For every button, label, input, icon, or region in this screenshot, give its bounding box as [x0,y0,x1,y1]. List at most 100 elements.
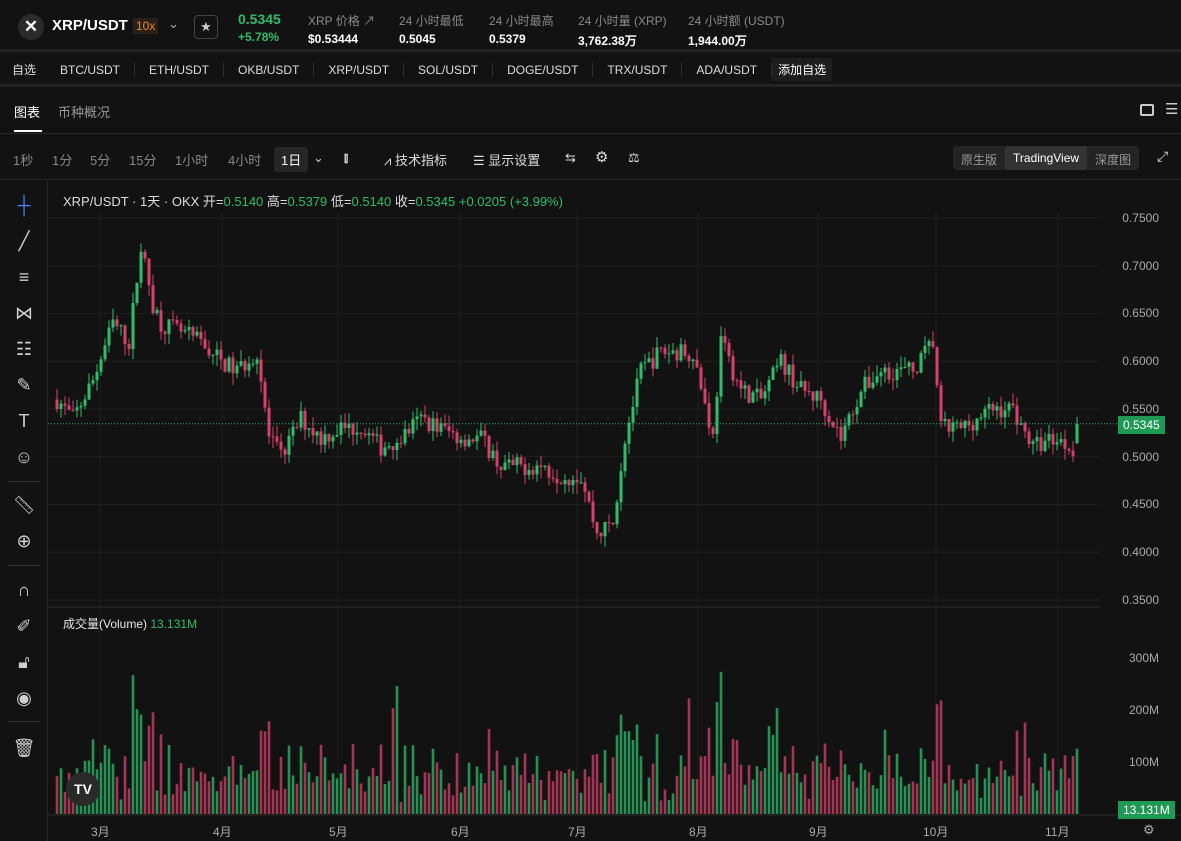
volume-bar [648,778,651,814]
candle-body [516,457,519,465]
candle-body [568,480,571,485]
candle-body [648,358,651,362]
volume-bar [656,734,659,814]
volume-bar [256,770,259,814]
candle-body [1012,403,1015,405]
candle-body [452,431,455,432]
candle-body [88,384,91,400]
volume-bar [352,744,355,814]
candle-body [696,360,699,368]
low-value: 0.5140 [351,194,391,209]
price-chart[interactable] [0,0,1181,841]
volume-bar [776,708,779,814]
price-tick: 0.5500 [1122,402,1159,416]
candle-body [124,325,127,344]
volume-bar [560,771,563,814]
volume-bar [400,802,403,814]
volume-bar [496,751,499,814]
volume-bar [488,729,491,814]
volume-bar [1036,790,1039,814]
candle-body [148,258,151,285]
candle-body [308,428,311,430]
volume-label: 成交量(Volume) [63,617,147,631]
volume-bar [324,757,327,814]
candle-body [892,379,895,380]
volume-bar [524,753,527,814]
volume-bar [360,783,363,814]
candle-body [292,427,295,436]
volume-bar [532,774,535,814]
volume-bar [376,776,379,814]
volume-bar [460,793,463,814]
candle-body [132,303,135,349]
candle-body [316,431,319,435]
candle-body [772,367,775,379]
candle-body [156,310,159,313]
volume-bar [540,780,543,814]
volume-bar [792,746,795,814]
volume-bar [808,799,811,814]
candle-body [228,358,231,372]
volume-bar [276,790,279,814]
axis-settings-icon[interactable]: ⚙ [1143,822,1155,838]
volume-bar [232,756,235,814]
candle-body [64,404,67,406]
tradingview-logo-icon[interactable]: TV [66,772,100,806]
candle-body [1028,431,1031,444]
candle-body [788,365,791,375]
volume-bar [100,763,103,814]
volume-bar [768,726,771,814]
volume-bar [392,708,395,814]
volume-bar [856,788,859,814]
volume-bar [124,756,127,814]
price-tick: 0.5000 [1122,450,1159,464]
volume-bar [764,768,767,814]
month-tick: 11月 [1045,823,1069,840]
candle-body [296,427,299,428]
volume-bar [236,785,239,814]
volume-bar [924,759,927,814]
volume-bar [592,755,595,814]
candle-body [632,407,635,423]
candle-body [252,364,255,365]
candle-body [1072,451,1075,457]
price-tick: 0.6500 [1122,306,1159,320]
volume-bar [116,777,119,814]
volume-bar [216,791,219,814]
candle-body [464,440,467,446]
candle-body [800,381,803,387]
candle-body [1004,410,1007,417]
candle-body [576,480,579,482]
volume-bar [716,702,719,814]
candle-body [484,431,487,436]
volume-bar [624,731,627,814]
volume-bar [704,756,707,814]
volume-bar [396,686,399,814]
candle-body [256,360,259,364]
candle-body [376,435,379,436]
candle-body [680,344,683,360]
candle-body [348,424,351,428]
volume-bar [992,783,995,814]
volume-legend: 成交量(Volume) 13.131M [63,615,197,632]
volume-bar [416,776,419,814]
legend-title: XRP/USDT · 1天 · OKX [63,194,199,209]
candle-body [312,428,315,435]
candle-body [812,392,815,401]
candle-body [564,480,567,484]
volume-bar [988,768,991,814]
volume-bar [336,778,339,814]
candle-body [704,389,707,403]
volume-bar [908,784,911,814]
volume-bar [728,774,731,814]
volume-bar [884,730,887,814]
candle-body [668,353,671,354]
volume-bar [1064,755,1067,814]
volume-bar [268,721,271,814]
candle-body [352,424,355,435]
price-tick: 0.7000 [1122,259,1159,273]
volume-bar [440,770,443,814]
volume-bar [1004,770,1007,814]
candle-body [360,433,363,434]
volume-bar [136,709,139,814]
